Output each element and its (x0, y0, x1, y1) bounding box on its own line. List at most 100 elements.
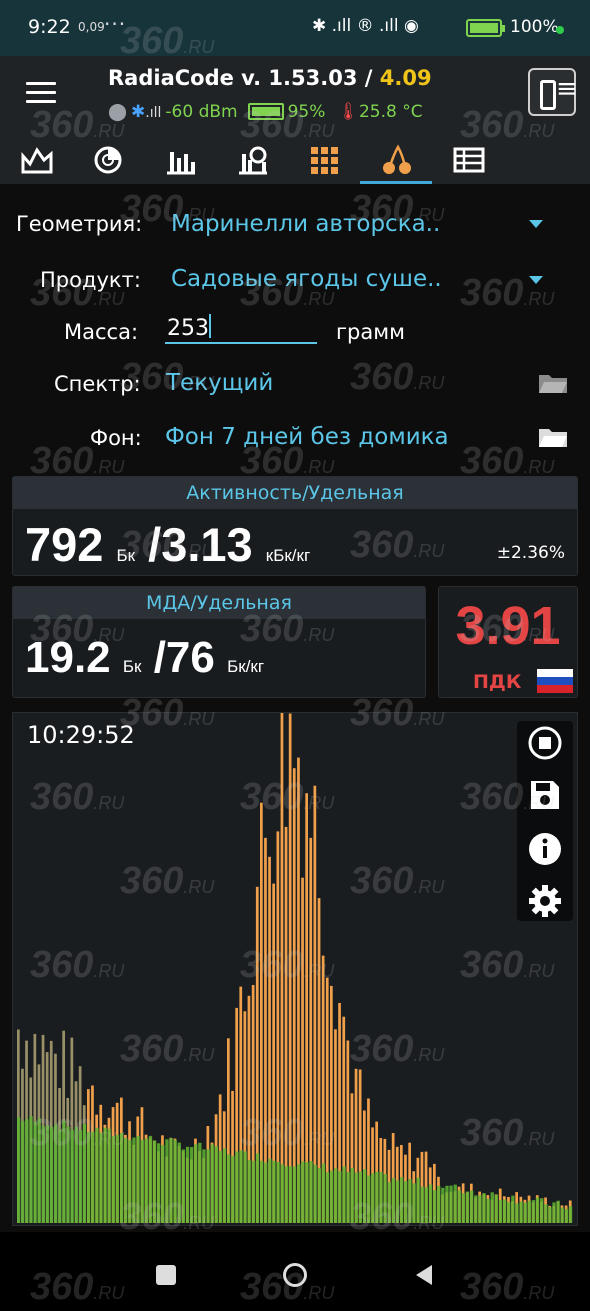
background-folder-icon[interactable] (538, 426, 568, 448)
product-label: Продукт: (40, 268, 141, 292)
location-pin-icon: ⬤ (108, 102, 128, 122)
tab-dose-rate[interactable] (0, 140, 72, 184)
product-select[interactable]: Садовые ягоды суше.. (171, 266, 442, 292)
background-bar (301, 1161, 305, 1223)
background-bar (552, 1202, 556, 1223)
background-bar (292, 1166, 297, 1223)
spectrum-chart[interactable]: 10:29:52 (12, 712, 578, 1226)
device-settings-button[interactable] (528, 68, 578, 116)
background-bar (325, 1172, 330, 1223)
device-battery-icon (247, 103, 284, 120)
tab-spectrum[interactable] (144, 140, 216, 184)
background-bar (157, 1143, 161, 1223)
background-bar (523, 1202, 527, 1223)
mass-input[interactable]: 253 (165, 314, 317, 344)
home-button[interactable] (283, 1263, 307, 1287)
activity-value: 792 (25, 518, 104, 571)
background-bar (231, 1156, 235, 1223)
tab-radar[interactable] (72, 140, 144, 184)
spectrum-folder-icon[interactable] (538, 372, 568, 394)
background-bar (136, 1135, 140, 1223)
spectrum-file[interactable]: Текущий (166, 370, 273, 396)
background-bar (395, 1180, 400, 1223)
background-bar (445, 1185, 449, 1223)
mda-specific-unit: Бк/кг (227, 657, 265, 676)
background-bar (185, 1146, 190, 1223)
background-bar (437, 1185, 441, 1223)
background-bar (548, 1206, 552, 1223)
background-bar (99, 1132, 103, 1223)
more-notifications-icon: ··· (104, 12, 127, 36)
product-dropdown-icon[interactable] (529, 276, 543, 284)
background-bar (486, 1198, 490, 1223)
gear-icon[interactable] (527, 883, 563, 919)
grid-icon (311, 147, 338, 174)
tab-grid[interactable] (288, 140, 360, 184)
background-bar (428, 1184, 433, 1223)
background-bar (239, 1150, 243, 1223)
background-bar (17, 1117, 21, 1223)
recents-button[interactable] (156, 1265, 176, 1285)
background-bar (511, 1195, 515, 1223)
clock: 9:22 (28, 16, 71, 38)
spectrum-plot (17, 713, 573, 1223)
background-bar (91, 1131, 95, 1223)
stop-icon[interactable] (527, 725, 563, 761)
background-bar (379, 1171, 383, 1223)
specific-activity-unit: кБк/кг (265, 546, 311, 565)
background-bar (433, 1190, 437, 1223)
spectrum-bar (313, 785, 317, 1223)
background-bar (41, 1126, 45, 1223)
thermometer-icon: 🌡︎ (337, 102, 359, 122)
background-bar (58, 1129, 62, 1223)
background-bar (82, 1123, 87, 1223)
background-bar (190, 1147, 194, 1223)
background-bar (424, 1187, 428, 1223)
geometry-dropdown-icon[interactable] (529, 220, 543, 228)
device-battery-percent: 95% (287, 102, 326, 122)
geometry-select[interactable]: Маринелли авторска.. (171, 211, 440, 237)
background-bar (227, 1154, 231, 1223)
background-bar (235, 1151, 239, 1223)
mass-unit: грамм (336, 320, 405, 344)
background-bar (367, 1175, 371, 1223)
background-bar (338, 1171, 342, 1223)
background-bar (37, 1118, 41, 1223)
save-icon[interactable] (527, 777, 563, 813)
background-bar (280, 1164, 284, 1223)
tab-table[interactable] (432, 140, 504, 184)
battery-icon (466, 19, 505, 37)
background-bar (354, 1172, 358, 1223)
background-bar (527, 1200, 531, 1223)
back-button[interactable] (414, 1264, 434, 1286)
background-bar (478, 1195, 482, 1223)
tab-food-analysis[interactable] (360, 140, 432, 184)
background-bar (544, 1204, 548, 1223)
background-bar (363, 1169, 367, 1223)
background-bar (391, 1178, 396, 1223)
tab-dose[interactable] (216, 140, 288, 184)
pdk-card[interactable]: 3.91 ПДК (438, 586, 578, 698)
background-bar (420, 1186, 424, 1223)
background-bar (107, 1128, 111, 1223)
background-bar (560, 1207, 564, 1223)
menu-button[interactable] (26, 82, 56, 106)
device-temperature: 25.8 °C (358, 102, 423, 122)
background-bar (54, 1124, 58, 1223)
background-bar (400, 1177, 404, 1223)
info-icon[interactable] (527, 831, 563, 867)
mda-card: МДА/Удельная 19.2 Бк /76 Бк/кг (12, 586, 426, 698)
activity-readout: 792 Бк /3.13 кБк/кг (25, 517, 310, 572)
background-bar (375, 1171, 379, 1223)
spectrum-bar (288, 713, 292, 1223)
background-bar (317, 1168, 321, 1223)
background-bar (103, 1127, 107, 1223)
background-bar (177, 1142, 181, 1223)
app-title: RadiaCode v. 1.53.03 / 4.09 (108, 66, 432, 90)
background-bar (115, 1135, 120, 1223)
background-bar (210, 1144, 214, 1223)
background-file[interactable]: Фон 7 дней без домика (165, 424, 449, 450)
background-bar (25, 1119, 29, 1223)
background-bar (124, 1138, 128, 1223)
background-bar (321, 1163, 326, 1223)
